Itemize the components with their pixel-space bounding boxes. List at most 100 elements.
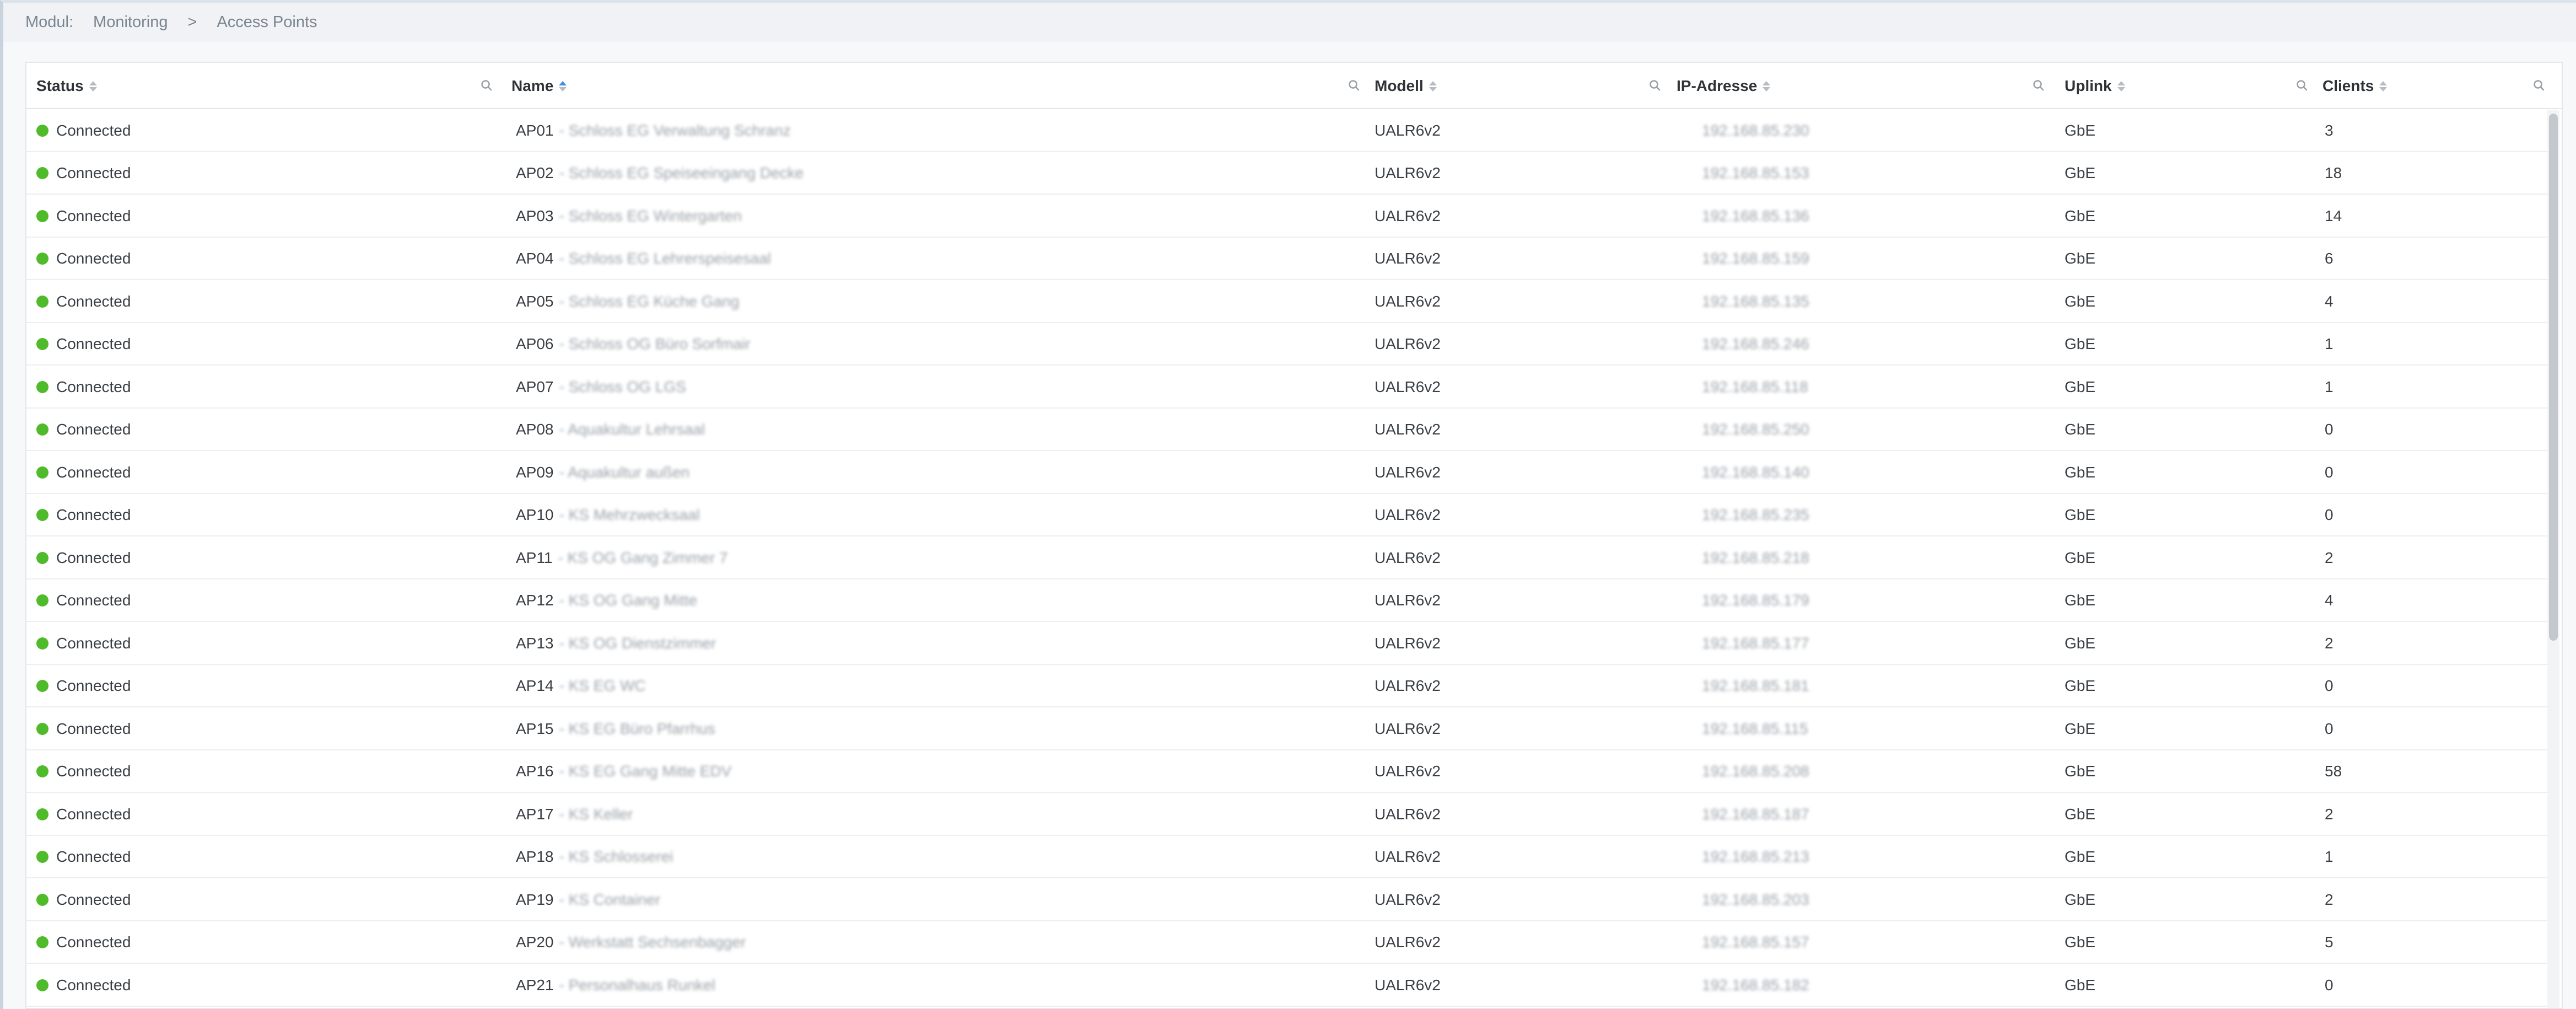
status-dot-icon xyxy=(36,808,48,820)
column-header-uplink[interactable]: Uplink xyxy=(2065,63,2125,109)
ap-location: - Schloss OG Büro Sorfmair xyxy=(559,335,751,353)
model-cell: UALR6v2 xyxy=(1375,250,1441,267)
ip-cell: 192.168.85.187 xyxy=(1702,805,1809,823)
search-icon[interactable] xyxy=(1347,78,1361,93)
status-text: Connected xyxy=(56,976,131,994)
model-cell: UALR6v2 xyxy=(1375,890,1441,908)
table-row[interactable]: Connected AP02 - Schloss EG Speiseeingang … xyxy=(26,152,2551,195)
sort-icon[interactable] xyxy=(1429,80,1437,92)
name-cell: AP03 - Schloss EG Wintergarten xyxy=(516,195,742,238)
name-cell: AP21 - Personalhaus Runkel xyxy=(516,964,715,1007)
status-dot-icon xyxy=(36,936,48,949)
status-cell: Connected xyxy=(36,152,131,195)
uplink-cell: GbE xyxy=(2065,805,2096,823)
ap-name: AP11 xyxy=(516,549,553,566)
ip-cell: 192.168.85.181 xyxy=(1702,677,1809,695)
table-row[interactable]: Connected AP04 - Schloss EG Lehrerspeisesa… xyxy=(26,238,2551,281)
uplink-cell: GbE xyxy=(2065,335,2096,353)
clients-cell: 1 xyxy=(2325,335,2334,353)
page: Modul: Monitoring > Access Points Status… xyxy=(0,0,2576,1009)
search-icon[interactable] xyxy=(2532,78,2546,93)
ap-location: - Personalhaus Runkel xyxy=(559,976,715,994)
column-header-status[interactable]: Status xyxy=(36,63,97,109)
table-row[interactable]: Connected AP15 - KS EG Büro Pfarrhus UALR6v… xyxy=(26,707,2551,750)
column-header-label: Uplink xyxy=(2065,77,2112,94)
ap-name: AP06 xyxy=(516,335,554,353)
table-row[interactable]: Connected AP10 - KS Mehrzwecksaal UALR6v2 19… xyxy=(26,494,2551,536)
column-header-name[interactable]: Name xyxy=(511,63,567,109)
table-row[interactable]: Connected AP21 - Personalhaus Runkel UALR6v… xyxy=(26,964,2551,1007)
sort-icon[interactable] xyxy=(2379,80,2388,92)
status-text: Connected xyxy=(56,592,131,609)
table-row[interactable]: Connected AP19 - KS Container UALR6v2 192.16… xyxy=(26,878,2551,921)
search-icon[interactable] xyxy=(1648,78,1662,93)
sort-icon[interactable] xyxy=(1763,80,1771,92)
table-row[interactable]: Connected AP08 - Aquakultur Lehrsaal UALR6v… xyxy=(26,409,2551,451)
ap-name: AP20 xyxy=(516,933,554,951)
status-text: Connected xyxy=(56,335,131,353)
table-row[interactable]: Connected AP11 - KS OG Gang Zimmer 7 UALR6v… xyxy=(26,536,2551,579)
clients-cell: 0 xyxy=(2325,720,2334,737)
clients-cell: 6 xyxy=(2325,250,2334,267)
table-row[interactable]: Connected AP16 - KS EG Gang Mitte EDV UALR6… xyxy=(26,750,2551,793)
ip-cell: 192.168.85.136 xyxy=(1702,207,1809,224)
status-dot-icon xyxy=(36,509,48,522)
status-text: Connected xyxy=(56,805,131,823)
table-row[interactable]: Connected AP01 - Schloss EG Verwaltung Sch… xyxy=(26,109,2551,152)
ap-name: AP05 xyxy=(516,292,554,310)
scrollbar-thumb[interactable] xyxy=(2549,114,2558,641)
breadcrumb-monitoring-link[interactable]: Monitoring xyxy=(93,13,168,31)
column-header-ip[interactable]: IP-Adresse xyxy=(1677,63,1771,109)
table-row[interactable]: Connected AP12 - KS OG Gang Mitte UALR6v2 19… xyxy=(26,579,2551,622)
name-cell: AP20 - Werkstatt Sechsenbagger xyxy=(516,921,746,964)
ap-location: - KS EG Büro Pfarrhus xyxy=(559,720,715,737)
status-cell: Connected xyxy=(36,921,131,964)
ip-cell: 192.168.85.140 xyxy=(1702,463,1809,481)
model-cell: UALR6v2 xyxy=(1375,292,1441,310)
search-icon[interactable] xyxy=(2295,78,2309,93)
table-row[interactable]: Connected AP18 - KS Schlosserei UALR6v2 192.… xyxy=(26,836,2551,878)
clients-cell: 0 xyxy=(2325,677,2334,695)
name-cell: AP11 - KS OG Gang Zimmer 7 xyxy=(516,536,728,579)
ap-location: - Aquakultur außen xyxy=(559,463,690,481)
table-row[interactable]: Connected AP14 - KS EG WC UALR6v2 192.168.85… xyxy=(26,665,2551,708)
clients-cell: 2 xyxy=(2325,805,2334,823)
ip-cell: 192.168.85.246 xyxy=(1702,335,1809,353)
ap-name: AP18 xyxy=(516,848,554,866)
sort-icon[interactable] xyxy=(2117,80,2125,92)
status-text: Connected xyxy=(56,677,131,695)
column-header-model[interactable]: Modell xyxy=(1375,63,1437,109)
ap-location: - Schloss EG Lehrerspeisesaal xyxy=(559,250,771,267)
status-text: Connected xyxy=(56,634,131,652)
table-row[interactable]: Connected AP07 - Schloss OG LGS UALR6v2 192.… xyxy=(26,366,2551,409)
table-row[interactable]: Connected AP05 - Schloss EG Küche Gang UALR… xyxy=(26,280,2551,323)
clients-cell: 0 xyxy=(2325,421,2334,438)
search-icon[interactable] xyxy=(2031,78,2046,93)
status-cell: Connected xyxy=(36,109,131,152)
table-row[interactable]: Connected AP13 - KS OG Dienstzimmer UALR6v2… xyxy=(26,622,2551,665)
ap-location: - KS Container xyxy=(559,890,661,908)
table-row[interactable]: Connected AP20 - Werkstatt Sechsenbagger UA… xyxy=(26,921,2551,964)
status-cell: Connected xyxy=(36,878,131,921)
name-cell: AP04 - Schloss EG Lehrerspeisesaal xyxy=(516,238,771,281)
status-cell: Connected xyxy=(36,536,131,579)
table-row[interactable]: Connected AP06 - Schloss OG Büro Sorfmair U… xyxy=(26,323,2551,366)
ip-cell: 192.168.85.208 xyxy=(1702,763,1809,780)
table-row[interactable]: Connected AP09 - Aquakultur außen UALR6v2 19… xyxy=(26,451,2551,494)
sort-icon[interactable] xyxy=(559,80,567,92)
table-row[interactable]: Connected AP03 - Schloss EG Wintergarten UA… xyxy=(26,195,2551,238)
status-cell: Connected xyxy=(36,793,131,836)
vertical-scrollbar[interactable] xyxy=(2547,110,2559,1008)
column-header-clients[interactable]: Clients xyxy=(2322,63,2388,109)
model-cell: UALR6v2 xyxy=(1375,592,1441,609)
status-dot-icon xyxy=(36,637,48,650)
uplink-cell: GbE xyxy=(2065,720,2096,737)
status-cell: Connected xyxy=(36,665,131,708)
status-dot-icon xyxy=(36,893,48,906)
search-icon[interactable] xyxy=(479,78,494,93)
sort-icon[interactable] xyxy=(89,80,97,92)
table-row[interactable]: Connected AP17 - KS Keller UALR6v2 192.168.8… xyxy=(26,793,2551,836)
ap-name: AP13 xyxy=(516,634,554,652)
clients-cell: 3 xyxy=(2325,121,2334,139)
model-cell: UALR6v2 xyxy=(1375,763,1441,780)
